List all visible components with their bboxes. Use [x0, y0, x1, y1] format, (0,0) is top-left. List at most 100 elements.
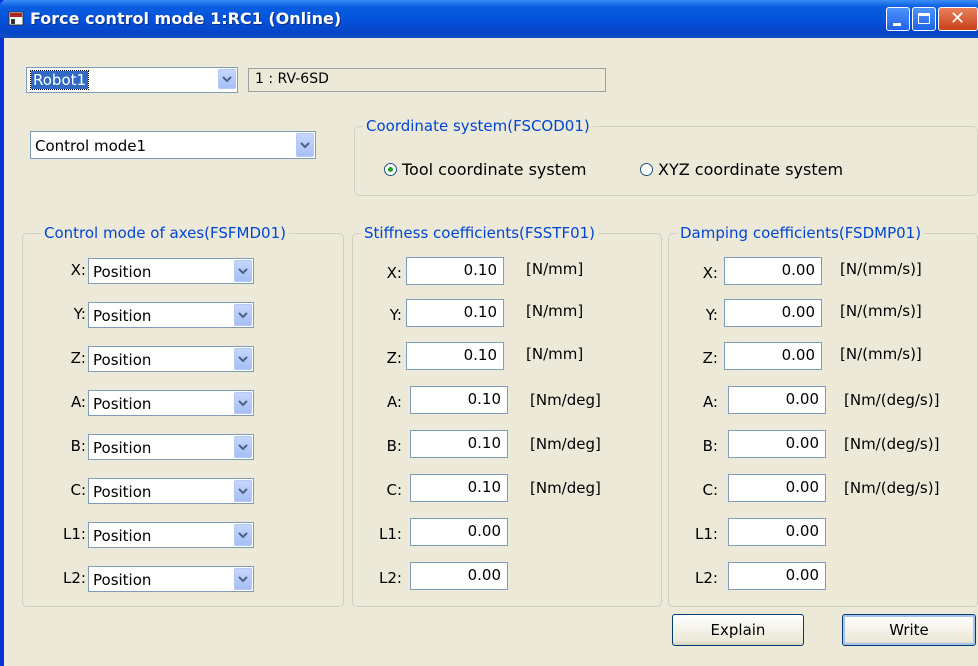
axis-label: B:	[702, 437, 718, 455]
axis-label: C:	[386, 481, 402, 499]
damping-value-input[interactable]: 0.00	[728, 430, 826, 458]
axis-label: X:	[386, 264, 402, 282]
control-mode-select[interactable]: Control mode1	[30, 131, 316, 159]
unit-label: [N/mm]	[526, 302, 584, 320]
unit-label: [Nm/deg]	[530, 391, 601, 409]
chevron-down-icon[interactable]	[234, 480, 252, 502]
stiffness-value: 0.10	[463, 346, 497, 364]
axis-label: B:	[386, 437, 402, 455]
damping-value: 0.00	[785, 434, 819, 452]
tool-coordinate-label: Tool coordinate system	[402, 160, 587, 179]
axis-label: Z:	[70, 349, 86, 367]
chevron-down-icon[interactable]	[234, 392, 252, 414]
chevron-down-icon[interactable]	[234, 568, 252, 590]
axis-label: B:	[70, 437, 86, 455]
damping-value-input[interactable]: 0.00	[728, 474, 826, 502]
axis-mode-select[interactable]: Position	[88, 478, 254, 504]
axis-mode-select[interactable]: Position	[88, 258, 254, 284]
close-icon: ✕	[950, 8, 966, 29]
stiffness-value-input[interactable]: 0.00	[410, 518, 508, 546]
window-title: Force control mode 1:RC1 (Online)	[30, 9, 342, 28]
chevron-down-icon[interactable]	[234, 304, 252, 326]
chevron-down-icon[interactable]	[234, 436, 252, 458]
radio-unselected-icon	[640, 163, 653, 176]
damping-group: Damping coefficients(FSDMP01)	[668, 224, 978, 607]
stiffness-group: Stiffness coefficients(FSSTF01)	[352, 224, 662, 607]
close-button[interactable]: ✕	[938, 7, 978, 31]
coordinate-system-legend: Coordinate system(FSCOD01)	[363, 117, 593, 135]
damping-value-input[interactable]: 0.00	[728, 562, 826, 590]
damping-value-input[interactable]: 0.00	[724, 299, 822, 327]
axis-mode-select[interactable]: Position	[88, 434, 254, 460]
axis-label: L2:	[379, 569, 402, 587]
axis-label: Z:	[702, 349, 718, 367]
axis-mode-select[interactable]: Position	[88, 302, 254, 328]
axis-label: Y:	[705, 306, 718, 324]
maximize-icon	[918, 13, 930, 24]
axis-mode-select[interactable]: Position	[88, 346, 254, 372]
chevron-down-icon[interactable]	[234, 348, 252, 370]
damping-value-input[interactable]: 0.00	[728, 518, 826, 546]
damping-value: 0.00	[785, 566, 819, 584]
stiffness-legend: Stiffness coefficients(FSSTF01)	[361, 224, 599, 242]
unit-label: [Nm/(deg/s)]	[844, 479, 940, 497]
robot-info-field: 1 : RV-6SD	[248, 68, 606, 92]
axis-mode-value: Position	[93, 351, 152, 369]
axis-label: X:	[70, 261, 86, 279]
axis-label: L1:	[63, 525, 86, 543]
write-button[interactable]: Write	[842, 614, 976, 646]
chevron-down-icon[interactable]	[296, 133, 314, 157]
chevron-down-icon[interactable]	[234, 260, 252, 282]
stiffness-value: 0.10	[463, 261, 497, 279]
axis-label: L2:	[695, 569, 718, 587]
chevron-down-icon[interactable]	[234, 524, 252, 546]
damping-value-input[interactable]: 0.00	[724, 257, 822, 285]
axis-label: A:	[702, 393, 718, 411]
damping-value-input[interactable]: 0.00	[728, 386, 826, 414]
unit-label: [N/(mm/s)]	[840, 260, 922, 278]
damping-value: 0.00	[781, 303, 815, 321]
unit-label: [N/(mm/s)]	[840, 345, 922, 363]
stiffness-value-input[interactable]: 0.10	[406, 299, 504, 327]
axis-label: A:	[386, 393, 402, 411]
unit-label: [N/(mm/s)]	[840, 302, 922, 320]
stiffness-value-input[interactable]: 0.10	[410, 386, 508, 414]
unit-label: [N/mm]	[526, 260, 584, 278]
robot-select-value: Robot1	[29, 70, 90, 90]
title-bar[interactable]: Force control mode 1:RC1 (Online) ✕	[0, 0, 978, 38]
stiffness-value-input[interactable]: 0.10	[410, 430, 508, 458]
control-mode-value: Control mode1	[35, 137, 147, 155]
robot-info-text: 1 : RV-6SD	[255, 71, 329, 87]
force-control-window: Force control mode 1:RC1 (Online) ✕ Robo…	[0, 0, 978, 666]
damping-value: 0.00	[785, 522, 819, 540]
stiffness-value-input[interactable]: 0.10	[406, 342, 504, 370]
axis-mode-value: Position	[93, 439, 152, 457]
stiffness-value: 0.10	[467, 478, 501, 496]
axis-mode-select[interactable]: Position	[88, 522, 254, 548]
axis-mode-select[interactable]: Position	[88, 566, 254, 592]
unit-label: [Nm/(deg/s)]	[844, 391, 940, 409]
xyz-coordinate-label: XYZ coordinate system	[658, 160, 844, 179]
stiffness-value-input[interactable]: 0.10	[406, 257, 504, 285]
axis-mode-value: Position	[93, 307, 152, 325]
axis-label: Y:	[389, 306, 402, 324]
axis-mode-select[interactable]: Position	[88, 390, 254, 416]
explain-button-label: Explain	[710, 621, 766, 639]
chevron-down-icon[interactable]	[218, 69, 236, 89]
stiffness-value-input[interactable]: 0.10	[410, 474, 508, 502]
axis-label: L1:	[695, 525, 718, 543]
write-button-label: Write	[889, 621, 929, 639]
axis-label: Y:	[73, 305, 86, 323]
damping-value-input[interactable]: 0.00	[724, 342, 822, 370]
maximize-button[interactable]	[912, 7, 936, 31]
unit-label: [Nm/deg]	[530, 479, 601, 497]
unit-label: [N/mm]	[526, 345, 584, 363]
axis-label: C:	[702, 481, 718, 499]
minimize-button[interactable]	[886, 7, 910, 31]
stiffness-value-input[interactable]: 0.00	[410, 562, 508, 590]
app-icon	[8, 11, 24, 26]
explain-button[interactable]: Explain	[672, 614, 804, 646]
robot-select[interactable]: Robot1	[26, 67, 238, 93]
axis-mode-value: Position	[93, 527, 152, 545]
damping-value: 0.00	[785, 390, 819, 408]
